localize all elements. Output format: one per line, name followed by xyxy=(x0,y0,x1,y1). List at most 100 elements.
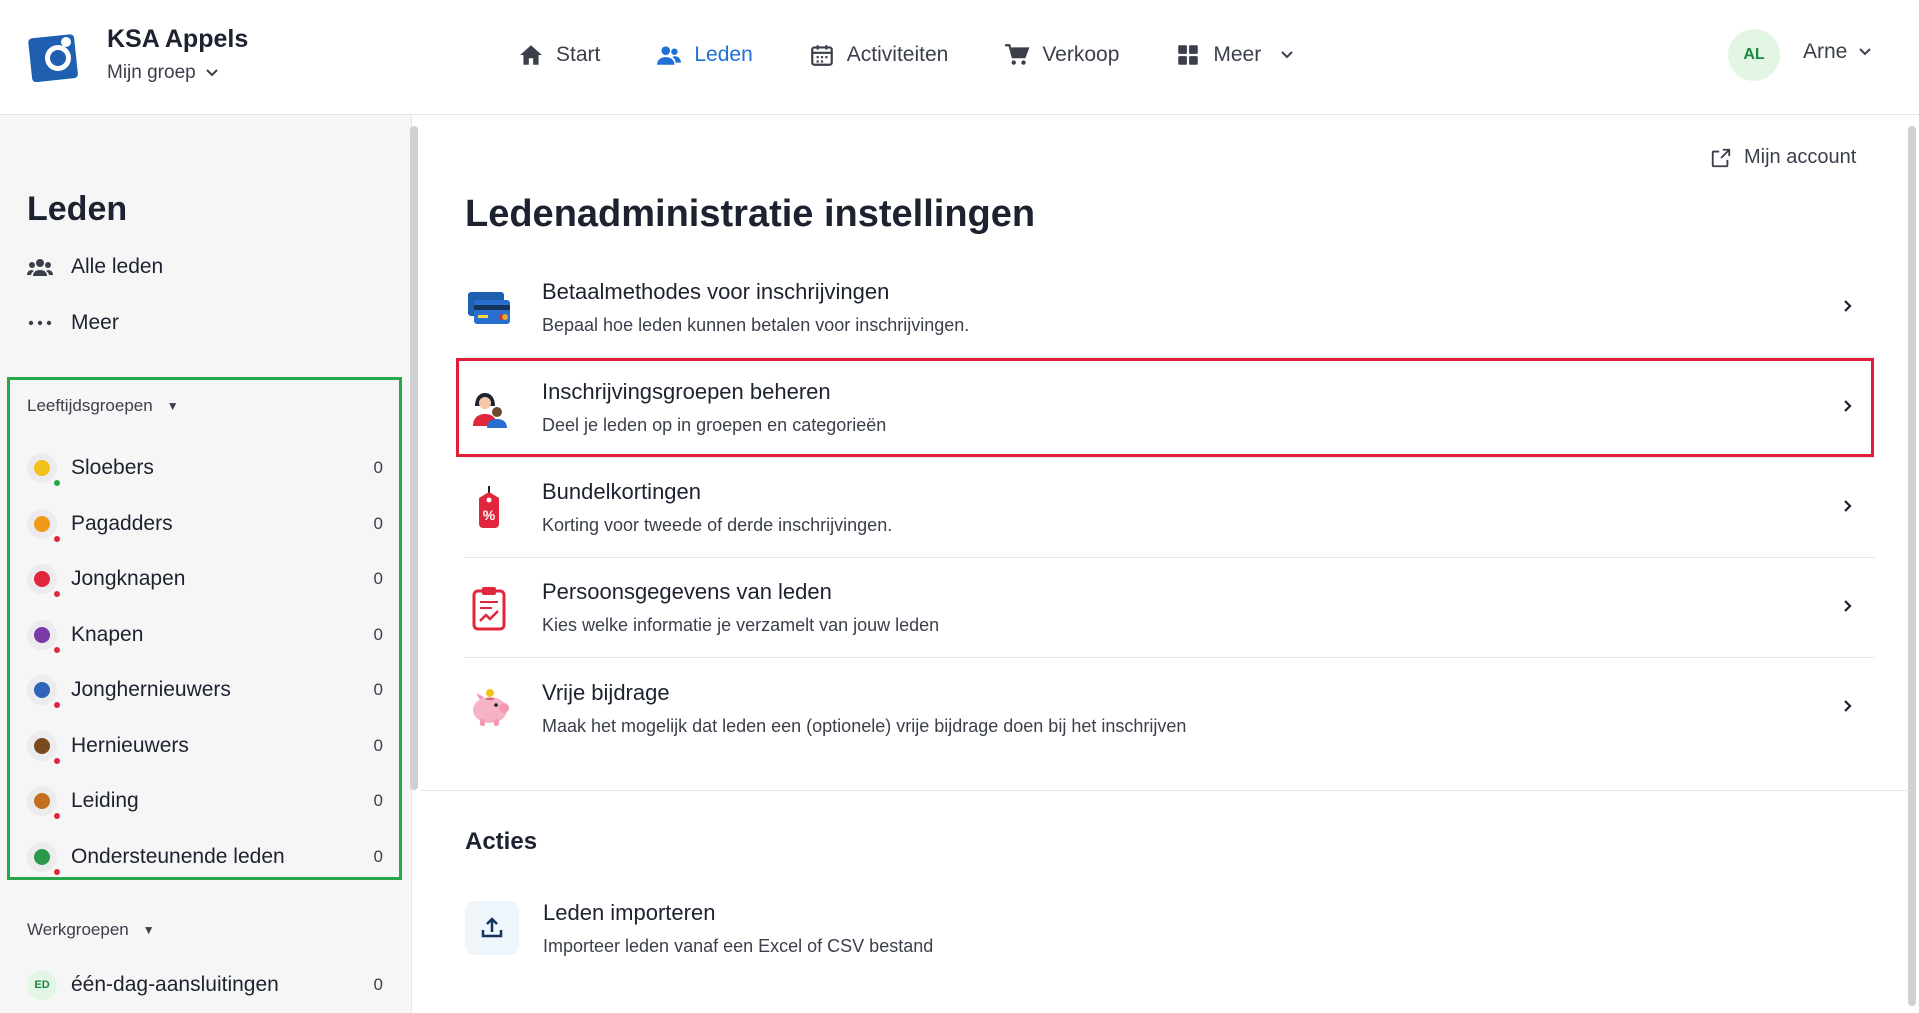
my-account-link[interactable]: Mijn account xyxy=(1710,146,1856,169)
group-badge-icon xyxy=(27,508,60,542)
triangle-down-icon: ▼ xyxy=(166,399,179,413)
main-scrollbar[interactable] xyxy=(1908,126,1916,1006)
calendar-icon xyxy=(810,45,833,66)
chevron-right-icon xyxy=(1844,600,1852,612)
chevron-right-icon xyxy=(1844,700,1852,712)
user-menu[interactable]: Arne xyxy=(1803,40,1872,64)
top-bar: KSA Appels Mijn groep Start Leden Activi… xyxy=(0,0,1919,115)
setting-text: Vrije bijdrage Maak het mogelijk dat led… xyxy=(542,680,1875,737)
group-label: Ondersteunende leden xyxy=(71,844,285,868)
sidebar-item-een-dag-aansluitingen[interactable]: ED één-dag-aansluitingen 0 xyxy=(27,965,383,1005)
sidebar-item-age-group[interactable]: Leiding 0 xyxy=(27,781,383,821)
group-label: Sloebers xyxy=(71,456,154,479)
nav-activiteiten-label: Activiteiten xyxy=(846,43,949,66)
sidebar-item-age-group[interactable]: Ondersteunende leden 0 xyxy=(27,837,383,877)
sidebar-item-age-group[interactable]: Pagadders 0 xyxy=(27,504,383,544)
group-color-icon xyxy=(34,626,50,643)
users-icon xyxy=(657,46,682,65)
group-color-icon xyxy=(34,682,50,698)
sidebar-item-meer[interactable]: Meer xyxy=(27,311,119,335)
my-account-label: Mijn account xyxy=(1744,146,1857,168)
group-badge-icon xyxy=(27,564,60,597)
setting-betaalmethodes[interactable]: Betaalmethodes voor inschrijvingen Bepaa… xyxy=(465,258,1875,358)
sidebar-item-age-group[interactable]: Sloebers 0 xyxy=(27,448,383,488)
group-count: 0 xyxy=(373,975,383,994)
home-icon xyxy=(520,45,542,65)
setting-desc: Bepaal hoe leden kunnen betalen voor ins… xyxy=(542,315,970,335)
work-groups-heading[interactable]: Werkgroepen ▼ xyxy=(27,920,155,940)
work-groups-heading-label: Werkgroepen xyxy=(27,920,129,939)
main-nav: Start Leden Activiteiten Verkoop Meer xyxy=(518,40,1349,70)
sidebar-item-age-group[interactable]: Hernieuwers 0 xyxy=(27,726,383,766)
piggy-bank-icon xyxy=(465,684,513,732)
group-count: 0 xyxy=(373,735,383,755)
nav-activiteiten[interactable]: Activiteiten xyxy=(809,40,949,70)
chevron-down-icon xyxy=(1859,48,1872,56)
avatar[interactable]: AL xyxy=(1728,29,1780,81)
users-icon xyxy=(27,259,53,276)
nav-start[interactable]: Start xyxy=(518,40,600,70)
group-count: 0 xyxy=(373,791,383,810)
sidebar-scrollbar[interactable] xyxy=(410,126,418,790)
group-badge-icon xyxy=(27,619,60,653)
credit-card-icon xyxy=(465,284,513,332)
ksa-logo-icon[interactable] xyxy=(28,30,82,84)
sidebar-item-alle-leden[interactable]: Alle leden xyxy=(27,255,163,279)
sidebar: Leden Alle leden Meer Leeftijdsgroepen ▼… xyxy=(0,115,412,1013)
discount-tag-icon: % xyxy=(465,484,513,532)
nav-leden[interactable]: Leden xyxy=(656,40,753,70)
status-dot-icon xyxy=(54,535,60,542)
setting-text: Bundelkortingen Korting voor tweede of d… xyxy=(542,479,1875,536)
nav-meer-label: Meer xyxy=(1213,43,1262,66)
nav-verkoop-label: Verkoop xyxy=(1042,43,1120,66)
nav-start-label: Start xyxy=(556,43,601,66)
setting-desc: Maak het mogelijk dat leden een (optione… xyxy=(542,715,1187,736)
group-color-icon xyxy=(34,460,50,476)
setting-persoonsgegevens[interactable]: Persoonsgegevens van leden Kies welke in… xyxy=(465,558,1875,658)
group-badge-icon xyxy=(27,841,60,875)
org-name: KSA Appels xyxy=(107,25,249,53)
setting-title: Bundelkortingen xyxy=(542,479,702,504)
sidebar-item-age-group[interactable]: Knapen 0 xyxy=(27,615,383,655)
page-title: Ledenadministratie instellingen xyxy=(465,193,1036,235)
setting-vrije-bijdrage[interactable]: Vrije bijdrage Maak het mogelijk dat led… xyxy=(465,658,1875,758)
status-dot-icon xyxy=(54,591,60,597)
setting-desc: Korting voor tweede of derde inschrijvin… xyxy=(542,515,893,535)
nav-leden-label: Leden xyxy=(694,43,753,66)
setting-bundelkortingen[interactable]: % Bundelkortingen Korting voor tweede of… xyxy=(465,458,1875,558)
grid-icon xyxy=(1178,45,1199,65)
svg-text:%: % xyxy=(483,507,496,523)
group-badge-icon xyxy=(27,453,60,486)
group-label: één-dag-aansluitingen xyxy=(71,973,279,996)
action-text: Leden importeren Importeer leden vanaf e… xyxy=(543,900,933,957)
status-dot-icon xyxy=(54,757,60,764)
status-dot-icon xyxy=(54,868,60,875)
nav-verkoop[interactable]: Verkoop xyxy=(1004,40,1119,70)
group-color-icon xyxy=(34,737,50,754)
chevron-down-icon xyxy=(206,69,218,77)
age-groups-heading[interactable]: Leeftijdsgroepen ▼ xyxy=(27,396,179,416)
chevron-right-icon xyxy=(1844,300,1852,312)
upload-icon xyxy=(465,901,519,955)
sidebar-item-age-group[interactable]: Jongknapen 0 xyxy=(27,559,383,599)
group-count: 0 xyxy=(373,513,383,533)
nav-meer[interactable]: Meer xyxy=(1175,40,1293,70)
external-link-icon xyxy=(1711,148,1731,167)
inschrijvingsgroepen-highlight xyxy=(456,358,1874,457)
setting-text: Betaalmethodes voor inschrijvingen Bepaa… xyxy=(542,279,1875,336)
group-count: 0 xyxy=(373,569,383,588)
group-selector-label: Mijn groep xyxy=(107,62,196,83)
sidebar-item-meer-label: Meer xyxy=(71,311,119,334)
setting-title: Betaalmethodes voor inschrijvingen xyxy=(542,279,890,304)
group-selector[interactable]: Mijn groep xyxy=(107,62,218,84)
status-dot-icon xyxy=(54,480,60,486)
group-count: 0 xyxy=(373,846,383,866)
action-title: Leden importeren xyxy=(543,899,716,925)
group-label: Jonghernieuwers xyxy=(71,678,231,701)
group-badge-icon xyxy=(27,675,60,708)
sidebar-item-age-group[interactable]: Jonghernieuwers 0 xyxy=(27,670,383,710)
action-leden-importeren[interactable]: Leden importeren Importeer leden vanaf e… xyxy=(465,893,1465,963)
group-color-icon xyxy=(34,793,50,809)
group-label: Jongknapen xyxy=(71,567,186,590)
group-color-icon xyxy=(34,515,50,532)
